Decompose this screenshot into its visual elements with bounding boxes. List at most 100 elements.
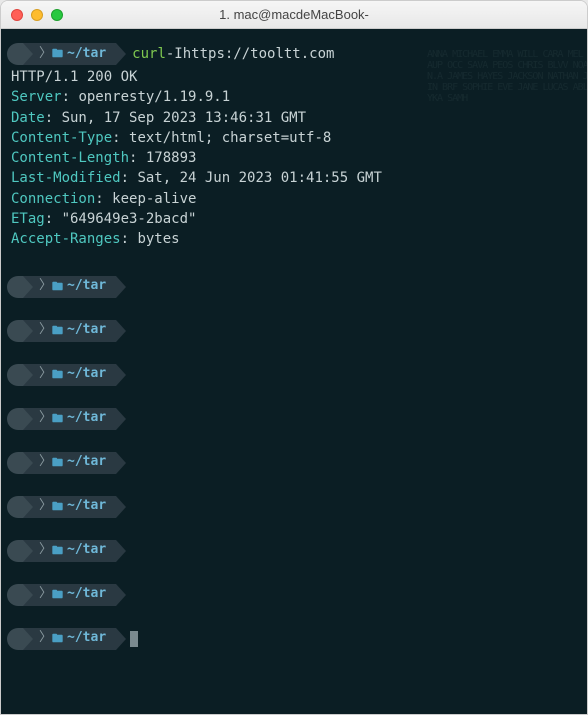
path-tilde: ~ xyxy=(67,497,75,516)
prompt-row-empty: 〉🖿~/tar xyxy=(7,628,581,650)
header-line: Content-Length: 178893 xyxy=(7,148,581,168)
cursor xyxy=(130,631,138,647)
path-tilde: ~ xyxy=(67,453,75,472)
prompt-segment-path: 〉🖿~/tar xyxy=(23,628,116,650)
prompt-segment-apple xyxy=(7,540,23,562)
header-value: openresty/1.19.9.1 xyxy=(78,89,230,105)
folder-icon: 🖿 xyxy=(52,499,63,515)
path-slash: / xyxy=(75,409,83,428)
path-tilde: ~ xyxy=(67,585,75,604)
close-button[interactable] xyxy=(11,9,23,21)
header-key: Last-Modified xyxy=(11,170,121,186)
command-name: curl xyxy=(132,44,166,64)
header-line: Server: openresty/1.19.9.1 xyxy=(7,87,581,107)
chevron-icon: 〉 xyxy=(39,541,52,560)
prompt-row-empty: 〉🖿~/tar xyxy=(7,364,581,386)
header-value: bytes xyxy=(137,231,179,247)
prompt-segment-apple xyxy=(7,408,23,430)
chevron-icon: 〉 xyxy=(39,497,52,516)
prompt-segment-path: 〉🖿~/tar xyxy=(23,496,116,518)
minimize-button[interactable] xyxy=(31,9,43,21)
command-flag: -I xyxy=(166,44,183,64)
prompt-segment-apple xyxy=(7,43,23,65)
header-line: Content-Type: text/html; charset=utf-8 xyxy=(7,128,581,148)
header-value: text/html; charset=utf-8 xyxy=(129,130,331,146)
folder-icon: 🖿 xyxy=(52,631,63,647)
prompt-segment-path: 〉🖿~/tar xyxy=(23,276,116,298)
chevron-icon: 〉 xyxy=(39,453,52,472)
prompt-segment-apple xyxy=(7,452,23,474)
path-dir: tar xyxy=(83,453,106,472)
prompt-segment-apple xyxy=(7,320,23,342)
path-tilde: ~ xyxy=(67,629,75,648)
prompt-segment-apple xyxy=(7,628,23,650)
prompt-segment-path: 〉🖿~/tar xyxy=(23,540,116,562)
header-value: keep-alive xyxy=(112,191,196,207)
chevron-icon: 〉 xyxy=(39,629,52,648)
path-dir: tar xyxy=(83,321,106,340)
path-slash: / xyxy=(75,585,83,604)
header-value: Sun, 17 Sep 2023 13:46:31 GMT xyxy=(62,110,306,126)
path-slash: / xyxy=(75,629,83,648)
prompt-row-empty: 〉🖿~/tar xyxy=(7,452,581,474)
path-tilde: ~ xyxy=(67,409,75,428)
path-tilde: ~ xyxy=(67,365,75,384)
prompt-row-empty: 〉🖿~/tar xyxy=(7,320,581,342)
prompt-segment-path: 〉 🖿 ~/tar xyxy=(23,43,116,65)
path-tilde: ~ xyxy=(67,45,75,64)
maximize-button[interactable] xyxy=(51,9,63,21)
header-key: Server xyxy=(11,89,62,105)
prompt-row-empty: 〉🖿~/tar xyxy=(7,540,581,562)
header-value: Sat, 24 Jun 2023 01:41:55 GMT xyxy=(137,170,381,186)
chevron-icon: 〉 xyxy=(39,321,52,340)
http-status-line: HTTP/1.1 200 OK xyxy=(7,67,581,87)
titlebar: 1. mac@macdeMacBook- xyxy=(1,1,587,29)
chevron-icon: 〉 xyxy=(39,277,52,296)
header-value: 178893 xyxy=(146,150,197,166)
path-slash: / xyxy=(75,45,83,64)
prompt-segment-apple xyxy=(7,496,23,518)
folder-icon: 🖿 xyxy=(52,411,63,427)
path-tilde: ~ xyxy=(67,277,75,296)
header-value: "649649e3-2bacd" xyxy=(62,211,197,227)
prompt-segment-apple xyxy=(7,364,23,386)
empty-prompts: 〉🖿~/tar〉🖿~/tar〉🖿~/tar〉🖿~/tar〉🖿~/tar〉🖿~/t… xyxy=(7,276,581,650)
headers-container: Server: openresty/1.19.9.1Date: Sun, 17 … xyxy=(7,87,581,249)
path-dir: tar xyxy=(83,497,106,516)
prompt-segment-path: 〉🖿~/tar xyxy=(23,408,116,430)
header-key: Content-Length xyxy=(11,150,129,166)
folder-icon: 🖿 xyxy=(52,367,63,383)
prompt-row-empty: 〉🖿~/tar xyxy=(7,496,581,518)
path-dir: tar xyxy=(83,409,106,428)
path-dir: tar xyxy=(83,585,106,604)
terminal-body[interactable]: ANNA MICHAEL EMMA WILL CARA MEL JAVAUP O… xyxy=(1,29,587,714)
prompt-segment-path: 〉🖿~/tar xyxy=(23,452,116,474)
header-key: Content-Type xyxy=(11,130,112,146)
path-dir: tar xyxy=(83,541,106,560)
prompt-segment-path: 〉🖿~/tar xyxy=(23,584,116,606)
header-key: Connection xyxy=(11,191,95,207)
prompt-segment-path: 〉🖿~/tar xyxy=(23,320,116,342)
path-dir: tar xyxy=(83,365,106,384)
folder-icon: 🖿 xyxy=(52,587,63,603)
chevron-icon: 〉 xyxy=(39,365,52,384)
prompt-segment-apple xyxy=(7,276,23,298)
header-line: ETag: "649649e3-2bacd" xyxy=(7,209,581,229)
prompt-segment-path: 〉🖿~/tar xyxy=(23,364,116,386)
path-slash: / xyxy=(75,541,83,560)
path-slash: / xyxy=(75,277,83,296)
folder-icon: 🖿 xyxy=(52,46,63,62)
path-dir: tar xyxy=(83,45,106,64)
prompt-segment-apple xyxy=(7,584,23,606)
window-title: 1. mac@macdeMacBook- xyxy=(1,7,587,22)
header-line: Accept-Ranges: bytes xyxy=(7,229,581,249)
header-key: ETag xyxy=(11,211,45,227)
header-key: Date xyxy=(11,110,45,126)
path-dir: tar xyxy=(83,629,106,648)
prompt-row-empty: 〉🖿~/tar xyxy=(7,584,581,606)
folder-icon: 🖿 xyxy=(52,323,63,339)
prompt-row-command: 〉 🖿 ~/tar curl -I https://tooltt.com xyxy=(7,43,581,65)
path-slash: / xyxy=(75,321,83,340)
chevron-icon: 〉 xyxy=(39,409,52,428)
path-tilde: ~ xyxy=(67,321,75,340)
